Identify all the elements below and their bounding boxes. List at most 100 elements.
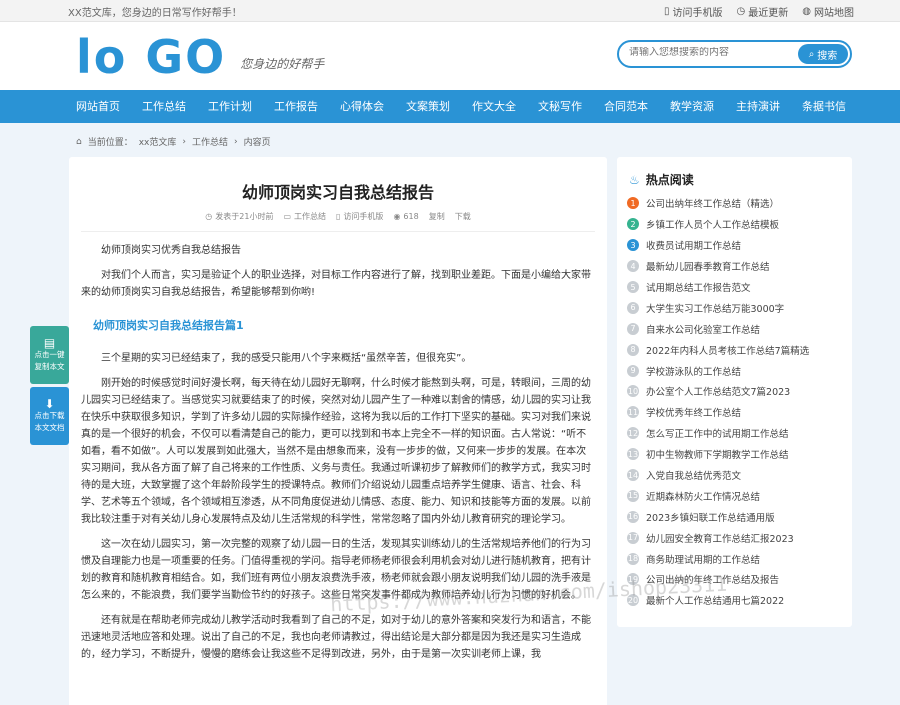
download-link[interactable]: 下载 [455,211,471,222]
hot-list-item-title: 办公室个人工作总结范文7篇2023 [646,387,791,399]
meta-time: ◷ 发表于21小时前 [205,212,274,221]
hot-list-item-title: 2022年内科人员考核工作总结7篇精选 [646,345,810,357]
nav-item[interactable]: 心得体会 [340,90,384,123]
nav-item[interactable]: 工作计划 [208,90,252,123]
site-slogan: XX范文库，您身边的日常写作好帮手！ [68,8,242,19]
nav-item[interactable]: 合同范本 [604,90,648,123]
paragraph: 三个星期的实习已经结束了，我的感受只能用八个字来概括“虽然辛苦，但很充实”。 [101,353,472,364]
hot-list-item-title: 商务助理试用期的工作总结 [646,554,761,566]
hot-list-item-title: 大学生实习工作总结万能3000字 [646,303,785,315]
paragraph: 还有就是在帮助老师完成幼儿教学活动时我看到了自己的不足，如对于幼儿的意外答案和突… [81,615,591,660]
search-icon: ⌕ [808,48,815,60]
hot-list-item[interactable]: 6 大学生实习工作总结万能3000字 [627,297,847,318]
eye-icon: ◉ [393,212,401,221]
rank-badge: 14 [627,469,639,482]
hot-list-item[interactable]: 13 初中生物教师下学期教学工作总结 [627,444,847,465]
rank-badge: 17 [627,531,639,544]
rank-badge: 12 [627,427,639,440]
hot-list-item-title: 近期森林防火工作情况总结 [646,491,761,503]
article-title: 幼师顶岗实习自我总结报告 [241,183,434,202]
hot-list-item[interactable]: 8 2022年内科人员考核工作总结7篇精选 [627,339,847,360]
rank-badge: 16 [627,510,639,523]
meta-mobile[interactable]: ▯ 访问手机版 [336,211,383,222]
hot-list-item-title: 学校优秀年终工作总结 [646,408,742,420]
breadcrumb-item-current: 内容页 [243,138,271,148]
rank-badge: 13 [627,448,639,461]
paragraph: 对我们个人而言，实习是验证个人的职业选择，对目标工作内容进行了解，找到职业差距。… [81,270,591,298]
nav-item[interactable]: 网站首页 [76,90,120,123]
hot-list-item-title: 乡镇工作人员个人工作总结模板 [646,220,780,232]
mobile-link[interactable]: ▯ 访问手机版 [664,4,723,19]
hot-list-item[interactable]: 14 入党自我总结优秀范文 [627,465,847,486]
top-links: ▯ 访问手机版 ◷ 最近更新 ◍ 网站地图 [664,4,854,19]
paragraph: 幼师顶岗实习优秀自我总结报告 [101,245,241,256]
nav-item[interactable]: 主持演讲 [736,90,780,123]
home-icon: ⌂ [76,136,82,147]
meta-category[interactable]: ▭ 工作总结 [283,211,326,222]
section-heading: 幼师顶岗实习自我总结报告篇1 [93,319,244,332]
download-article-button[interactable]: ⬇ 点击下载 本文文档 [30,387,69,445]
flame-icon: ♨ [629,172,640,187]
main-nav: 网站首页 工作总结 工作计划 工作报告 心得体会 文案策划 作文大全 文秘写作 合同范本 教学资源… [0,90,900,123]
rank-badge: 2 [627,218,639,231]
hot-list-item-title: 入党自我总结优秀范文 [646,471,742,483]
copy-icon: ▤ [43,336,56,350]
hot-list-item[interactable]: 11 学校优秀年终工作总结 [627,402,847,423]
hot-list-item-title: 2023乡镇妇联工作总结通用版 [646,512,775,524]
meta-views: ◉ 618 [393,212,419,221]
rank-badge: 9 [627,364,639,377]
hot-list-item[interactable]: 10 办公室个人工作总结范文7篇2023 [627,381,847,402]
hot-list-item[interactable]: 16 2023乡镇妇联工作总结通用版 [627,506,847,527]
site-logo[interactable]: lo GO 您身边的好帮手 [76,34,324,80]
breadcrumb-item-category[interactable]: 工作总结 [192,135,228,148]
rank-badge: 15 [627,489,639,502]
search-input[interactable] [629,47,789,58]
nav-item[interactable]: 条据书信 [802,90,846,123]
rank-badge: 5 [627,281,639,293]
breadcrumb-item-site[interactable]: xx范文库 [139,135,177,148]
search-button[interactable]: ⌕ 搜索 [798,44,848,64]
chevron-right-icon: › [182,136,186,147]
breadcrumb-label: 当前位置： [87,138,133,148]
nav-item[interactable]: 工作报告 [274,90,318,123]
hot-list-item-title: 初中生物教师下学期教学工作总结 [646,450,789,462]
hot-list-item-title: 公司出纳年终工作总结（精选） [646,199,780,211]
hot-list-item[interactable]: 5 试用期总结工作报告范文 [627,277,847,298]
globe-icon: ◍ [802,6,811,17]
folder-icon: ▭ [283,212,292,221]
nav-item[interactable]: 文秘写作 [538,90,582,123]
hot-list-item[interactable]: 1 公司出纳年终工作总结（精选） [627,193,847,214]
nav-item[interactable]: 教学资源 [670,90,714,123]
nav-item[interactable]: 工作总结 [142,90,186,123]
hot-list-item[interactable]: 12 怎么写正工作中的试用期工作总结 [627,423,847,444]
clock-icon: ◷ [205,212,213,221]
logo-text: lo GO [76,30,227,84]
hot-list: 1 公司出纳年终工作总结（精选） 2 乡镇工作人员个人工作总结模板 3 收费员试用期工作总… [627,193,847,611]
hot-list-item[interactable]: 7 自来水公司化验室工作总结 [627,318,847,339]
hot-list-item-title: 自来水公司化验室工作总结 [646,324,761,336]
article-card: 幼师顶岗实习自我总结报告 ◷ 发表于21小时前 ▭ 工作总结 ▯ 访问手机版 ◉ 618… [69,157,607,705]
hot-list-item[interactable]: 2 乡镇工作人员个人工作总结模板 [627,214,847,235]
sitemap-link[interactable]: ◍ 网站地图 [802,4,854,19]
article-meta: ◷ 发表于21小时前 ▭ 工作总结 ▯ 访问手机版 ◉ 618 复制 下载 [69,211,607,222]
hot-list-item-title: 怎么写正工作中的试用期工作总结 [646,429,789,441]
hot-list-item[interactable]: 17 幼儿园安全教育工作总结汇报2023 [627,527,847,548]
hot-list-item-title: 收费员试用期工作总结 [646,241,742,253]
rank-badge: 6 [627,301,639,314]
hot-list-item[interactable]: 18 商务助理试用期的工作总结 [627,548,847,569]
copy-link[interactable]: 复制 [429,211,445,222]
logo-tagline: 您身边的好帮手 [240,57,325,71]
hot-list-item[interactable]: 3 收费员试用期工作总结 [627,235,847,256]
paragraph: 刚开始的时候感觉时间好漫长啊，每天待在幼儿园好无聊啊，什么时候才能熬到头啊，可是… [81,378,591,525]
nav-item[interactable]: 作文大全 [472,90,516,123]
recent-updates-link[interactable]: ◷ 最近更新 [737,4,789,19]
hot-list-item[interactable]: 9 学校游泳队的工作总结 [627,360,847,381]
nav-item[interactable]: 文案策划 [406,90,450,123]
copy-article-button[interactable]: ▤ 点击一键 复制本文 [30,326,69,384]
phone-icon: ▯ [664,6,670,17]
sidebar-title: ♨ 热点阅读 [629,172,694,188]
hot-list-item[interactable]: 15 近期森林防火工作情况总结 [627,485,847,506]
search-box: ⌕ 搜索 [617,40,852,68]
rank-badge: 3 [627,239,639,252]
hot-list-item[interactable]: 4 最新幼儿园春季教育工作总结 [627,256,847,277]
